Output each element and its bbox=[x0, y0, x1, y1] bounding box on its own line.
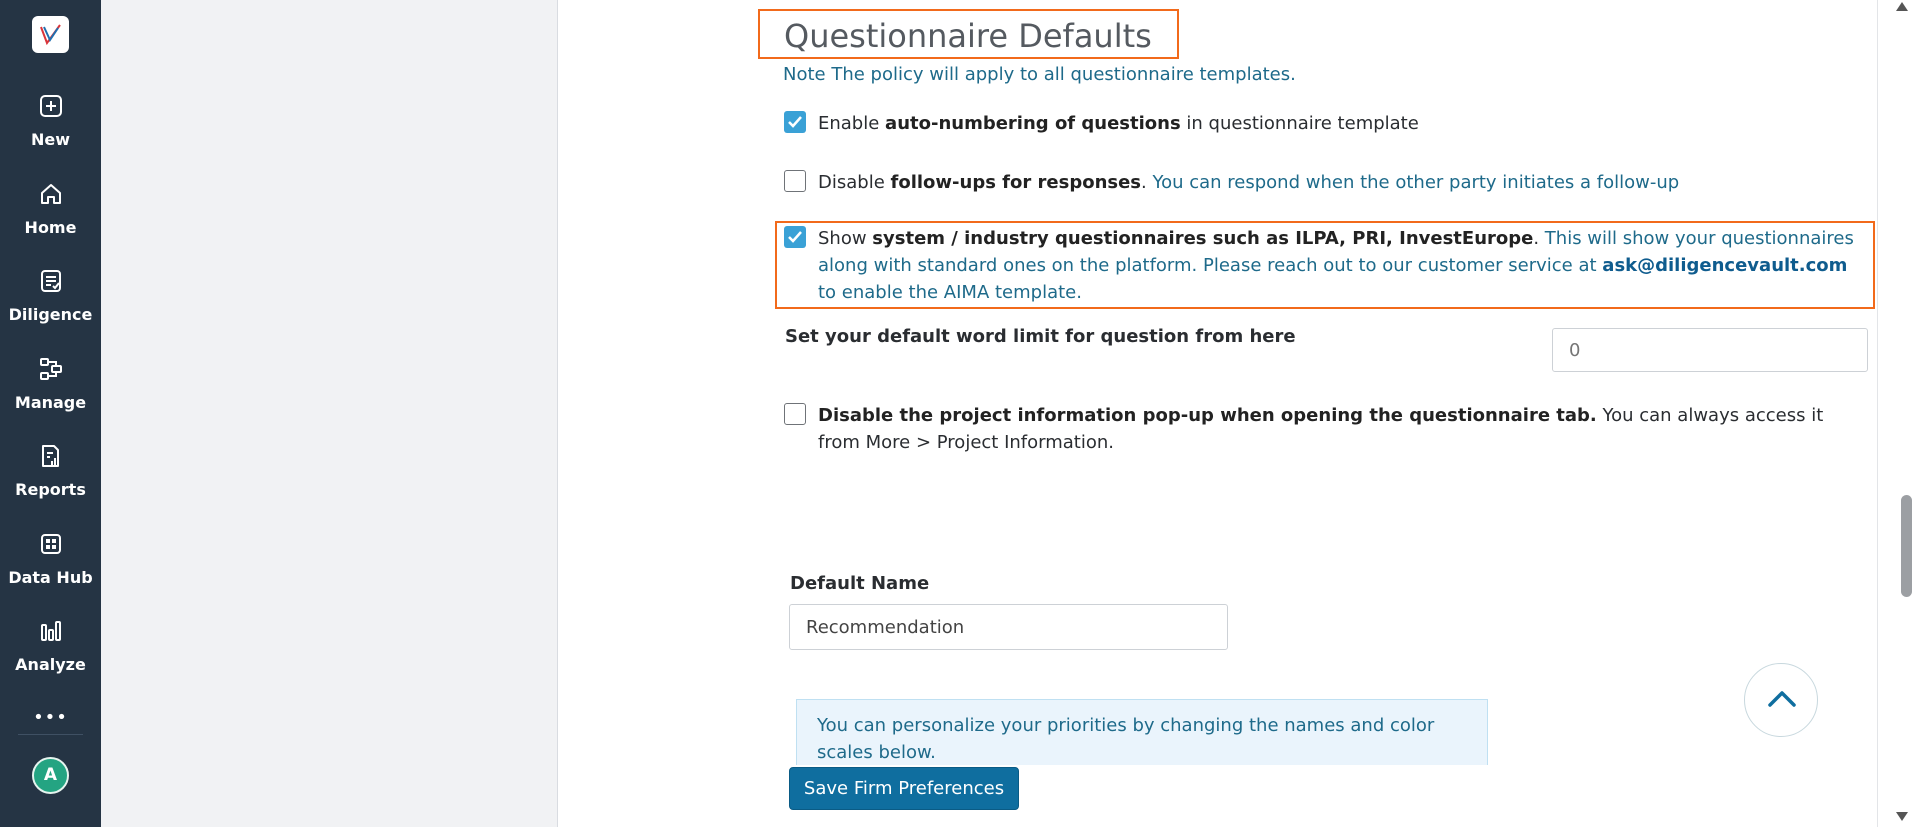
sidebar-item-reports[interactable]: Reports bbox=[0, 442, 101, 522]
auto-numbering-checkbox[interactable] bbox=[784, 111, 806, 133]
scroll-down-arrow-icon[interactable] bbox=[1896, 812, 1908, 821]
sidebar-item-home[interactable]: Home bbox=[0, 180, 101, 260]
sidebar-item-label: New bbox=[30, 130, 71, 149]
sidebar-item-data-hub[interactable]: Data Hub bbox=[0, 530, 101, 610]
chevron-up-icon bbox=[1768, 691, 1796, 707]
plus-square-icon bbox=[39, 95, 62, 117]
word-limit-label: Set your default word limit for question… bbox=[785, 326, 1296, 347]
scroll-to-top-button[interactable] bbox=[1744, 663, 1818, 737]
app-logo[interactable] bbox=[32, 16, 69, 53]
section-title-box: Questionnaire Defaults bbox=[758, 9, 1179, 59]
avatar[interactable]: A bbox=[32, 757, 69, 794]
home-icon bbox=[40, 184, 61, 204]
policy-note: Note The policy will apply to all questi… bbox=[783, 64, 1296, 85]
followups-label: Disable follow-ups for responses. You ca… bbox=[818, 172, 1680, 193]
popup-checkbox[interactable] bbox=[784, 403, 806, 425]
grid-icon bbox=[40, 534, 61, 554]
sidebar-item-label: Diligence bbox=[8, 305, 93, 324]
sidebar-item-label: Reports bbox=[15, 480, 86, 499]
page-title: Questionnaire Defaults bbox=[784, 17, 1152, 55]
workflow-icon bbox=[39, 358, 62, 380]
default-name-input[interactable] bbox=[789, 604, 1228, 650]
save-firm-preferences-button[interactable]: Save Firm Preferences bbox=[789, 767, 1019, 810]
sidebar: New Home Diligence Manage Reports Data H… bbox=[0, 0, 101, 827]
info-box: You can personalize your priorities by c… bbox=[796, 699, 1488, 765]
popup-label: Disable the project information pop-up w… bbox=[818, 405, 1824, 453]
sidebar-item-label: Manage bbox=[14, 393, 87, 412]
bar-chart-icon bbox=[40, 621, 61, 641]
default-name-label: Default Name bbox=[790, 573, 930, 594]
sidebar-divider bbox=[18, 734, 83, 735]
sidebar-item-label: Home bbox=[24, 218, 77, 237]
word-limit-input[interactable] bbox=[1552, 328, 1868, 372]
more-menu-icon[interactable]: ••• bbox=[0, 708, 101, 728]
auto-numbering-label: Enable auto-numbering of questions in qu… bbox=[818, 113, 1419, 134]
info-text: You can personalize your priorities by c… bbox=[817, 715, 1435, 763]
system-questionnaires-label: Show system / industry questionnaires su… bbox=[818, 228, 1854, 303]
sidebar-item-analyze[interactable]: Analyze bbox=[0, 617, 101, 697]
sidebar-item-diligence[interactable]: Diligence bbox=[0, 267, 101, 347]
sidebar-item-label: Analyze bbox=[15, 655, 86, 674]
sidebar-item-manage[interactable]: Manage bbox=[0, 355, 101, 435]
scrollbar-track[interactable] bbox=[1877, 0, 1920, 827]
check-icon bbox=[788, 116, 802, 128]
check-icon bbox=[788, 231, 802, 243]
scroll-up-arrow-icon[interactable] bbox=[1896, 2, 1908, 11]
followups-checkbox[interactable] bbox=[784, 170, 806, 192]
sidebar-item-new[interactable]: New bbox=[0, 92, 101, 172]
scrollbar-thumb[interactable] bbox=[1901, 495, 1912, 597]
report-icon bbox=[41, 445, 59, 467]
system-questionnaires-checkbox[interactable] bbox=[784, 226, 806, 248]
support-email-link[interactable]: ask@diligencevault.com bbox=[1602, 255, 1847, 276]
checklist-icon bbox=[40, 270, 61, 292]
sidebar-item-label: Data Hub bbox=[8, 568, 93, 587]
